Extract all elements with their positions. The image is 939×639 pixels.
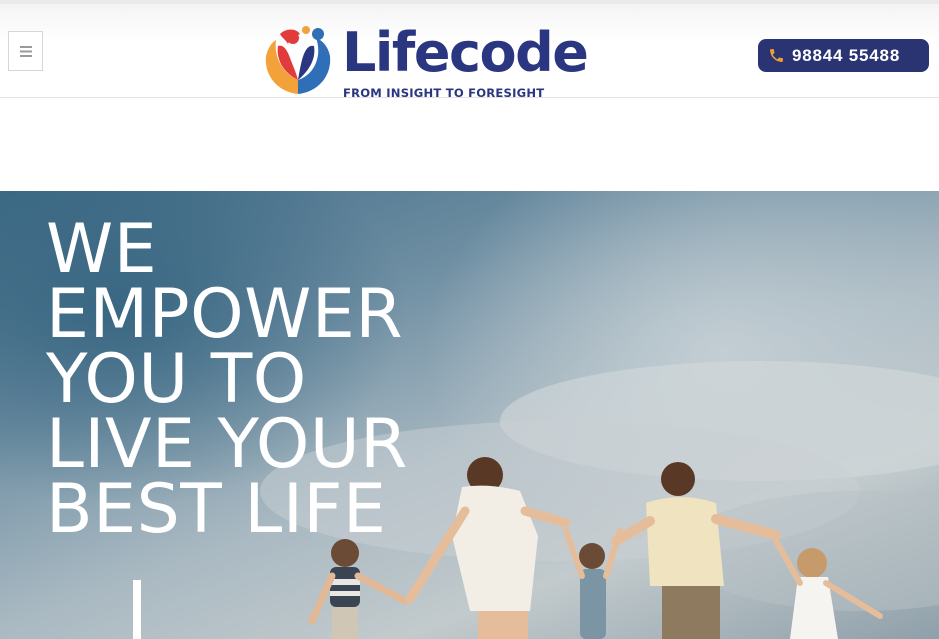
phone-icon [770, 49, 783, 62]
hero-title-line: EMPOWER [46, 275, 404, 354]
hero-banner: WE EMPOWER YOU TO LIVE YOUR BEST LIFE [0, 191, 939, 639]
phone-button[interactable]: 98844 55488 [758, 39, 929, 72]
hero-accent-bar [133, 580, 141, 639]
site-header: Lifecode FROM INSIGHT TO FORESIGHT 98844… [0, 4, 939, 100]
hamburger-menu-icon [19, 45, 32, 57]
hero-title: WE EMPOWER YOU TO LIVE YOUR BEST LIFE [46, 210, 466, 549]
phone-number: 98844 55488 [792, 45, 901, 65]
hero-title-line: BEST LIFE [46, 470, 387, 549]
hero-title-line: YOU TO [46, 340, 307, 419]
logo-tagline: FROM INSIGHT TO FORESIGHT [343, 86, 545, 100]
hero-title-line: WE [46, 210, 158, 289]
logo-name: Lifecode [342, 21, 589, 84]
logo-mark-icon [265, 26, 331, 94]
hero-title-line: LIVE YOUR [46, 405, 408, 484]
site-logo[interactable]: Lifecode FROM INSIGHT TO FORESIGHT [260, 22, 590, 102]
menu-button[interactable] [8, 31, 43, 71]
